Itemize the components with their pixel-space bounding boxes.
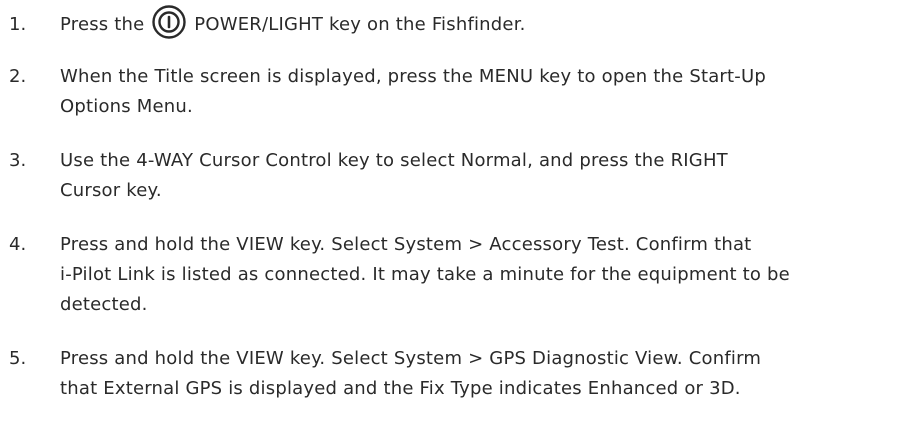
step-line: that External GPS is displayed and the F… bbox=[60, 378, 741, 399]
power-button-icon bbox=[152, 5, 187, 39]
step-text: Use the 4-WAY Cursor Control key to sele… bbox=[60, 146, 920, 206]
step-line: Cursor key. bbox=[60, 180, 162, 201]
step-number: 5. bbox=[9, 348, 27, 369]
step-line: Press and hold the VIEW key. Select Syst… bbox=[60, 234, 752, 255]
step-line: When the Title screen is displayed, pres… bbox=[60, 66, 766, 87]
step-number: 3. bbox=[9, 150, 27, 171]
step-text-before-icon: Press the bbox=[60, 14, 145, 35]
step-text: Press and hold the VIEW key. Select Syst… bbox=[60, 344, 920, 404]
step-line: Press and hold the VIEW key. Select Syst… bbox=[60, 348, 762, 369]
step-text: Press the POWER/LIGHT key on the Fishfin… bbox=[60, 5, 920, 40]
step-line: detected. bbox=[60, 294, 148, 315]
step-number: 4. bbox=[9, 234, 27, 255]
step-text: When the Title screen is displayed, pres… bbox=[60, 62, 920, 122]
step-line: i-Pilot Link is listed as connected. It … bbox=[60, 264, 790, 285]
step-text: Press and hold the VIEW key. Select Syst… bbox=[60, 230, 920, 320]
step-line: Use the 4-WAY Cursor Control key to sele… bbox=[60, 150, 728, 171]
step-number: 2. bbox=[9, 66, 27, 87]
step-line: Options Menu. bbox=[60, 96, 193, 117]
step-number: 1. bbox=[9, 14, 27, 35]
step-text-after-icon: POWER/LIGHT key on the Fishfinder. bbox=[194, 14, 526, 35]
